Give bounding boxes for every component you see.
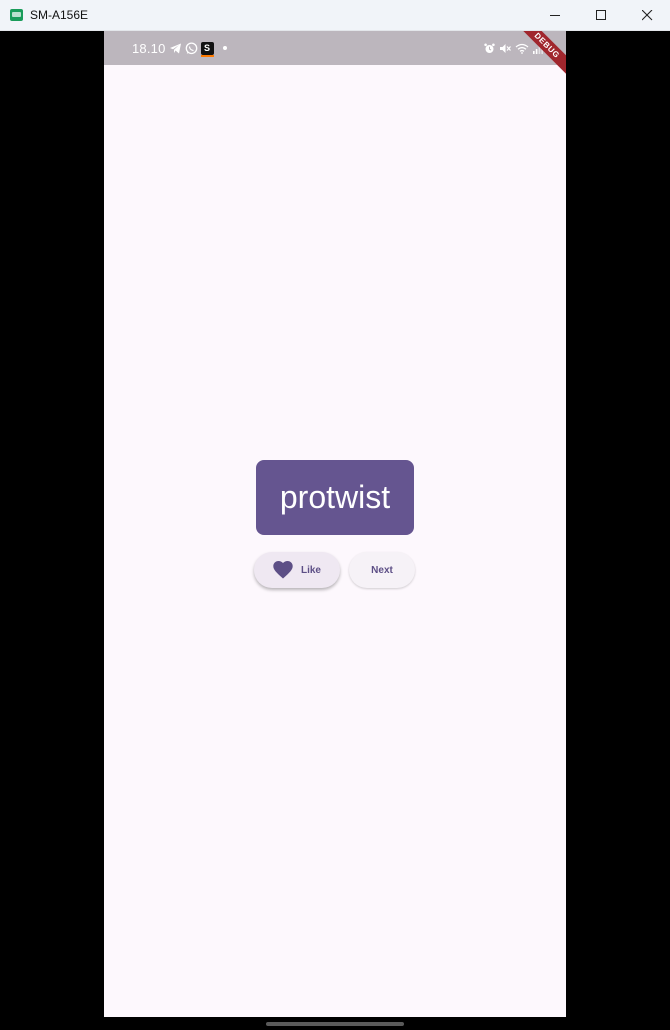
maximize-button[interactable]: [578, 0, 624, 30]
next-button[interactable]: Next: [349, 552, 415, 588]
word-card: protwist: [256, 460, 414, 535]
maximize-icon: [595, 9, 606, 20]
alarm-icon: [484, 43, 495, 53]
status-time: 18.10: [132, 40, 166, 56]
window-title: SM-A156E: [30, 8, 89, 22]
window-titlebar[interactable]: SM-A156E: [0, 0, 670, 31]
close-icon: [641, 9, 652, 20]
minimize-icon: [549, 14, 560, 16]
window-controls: [532, 0, 670, 30]
s-app-icon: S: [200, 41, 214, 57]
whatsapp-icon: [185, 41, 197, 54]
wifi-icon: [515, 43, 529, 54]
like-button-label: Like: [300, 564, 321, 576]
status-bar: 18.10 S DEBUG: [104, 31, 566, 82]
close-button[interactable]: [624, 0, 670, 30]
next-button-label: Next: [371, 564, 393, 576]
current-word: protwist: [279, 479, 391, 515]
notification-dot: [222, 46, 227, 50]
s-app-label: S: [204, 43, 211, 53]
minimize-button[interactable]: [532, 0, 578, 30]
emulator-window: SM-A156E 18.10 S DEBUG protwist Like Nex…: [0, 0, 670, 1030]
telegram-icon: [169, 43, 181, 53]
heart-icon: [273, 561, 293, 579]
status-left-icons: S: [169, 41, 227, 57]
mute-icon: [500, 43, 511, 53]
app-icon: [10, 9, 23, 21]
phone-screen: 18.10 S DEBUG protwist Like Next: [104, 31, 566, 1017]
navigation-handle[interactable]: [266, 1022, 404, 1026]
like-button[interactable]: Like: [254, 552, 340, 588]
